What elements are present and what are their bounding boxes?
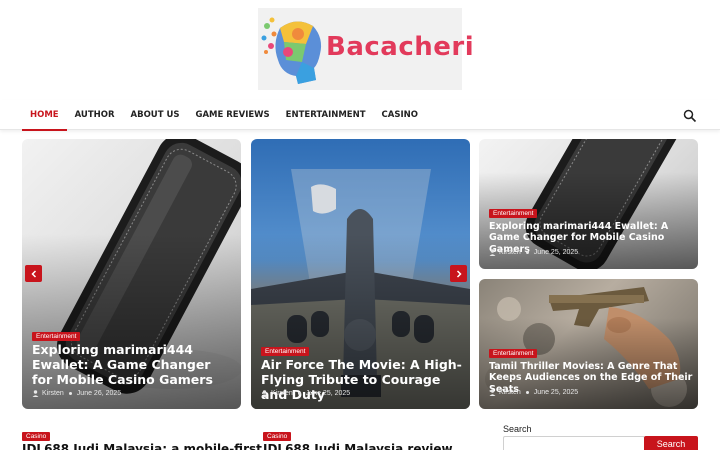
side-card-1[interactable]: Entertainment Exploring marimari444 Ewal… (479, 139, 698, 269)
post-date: June 26, 2025 (76, 390, 122, 397)
category-badge[interactable]: Entertainment (32, 332, 81, 341)
slider-next-button[interactable] (450, 265, 467, 282)
author-name[interactable]: Kirsten (271, 390, 293, 397)
user-icon (32, 390, 39, 397)
nav-item-home[interactable]: HOME (22, 100, 67, 131)
sidebar-search-button[interactable]: Search (644, 436, 698, 450)
site-name: Bacacheri (326, 32, 475, 62)
sidebar-search-input[interactable] (503, 436, 645, 450)
author-name[interactable]: Kirsten (499, 249, 521, 256)
post-category-badge[interactable]: Casino (263, 432, 292, 441)
slider-card-2[interactable]: Entertainment Air Force The Movie: A Hig… (251, 139, 470, 409)
side-card-2[interactable]: Entertainment Tamil Thriller Movies: A G… (479, 279, 698, 409)
main-navigation: HOME AUTHOR ABOUT US GAME REVIEWS ENTERT… (0, 100, 720, 131)
site-logo[interactable]: Bacacheri (258, 8, 474, 90)
slide-1-title[interactable]: Exploring marimari444 Ewallet: A Game Ch… (32, 342, 232, 387)
user-icon (489, 389, 496, 396)
slide-2-meta: Kirsten June 25, 2025 (261, 390, 350, 397)
nav-menu: HOME AUTHOR ABOUT US GAME REVIEWS ENTERT… (22, 100, 426, 131)
nav-item-casino[interactable]: CASINO (374, 100, 426, 130)
search-icon[interactable] (683, 109, 697, 123)
post-date: June 25, 2025 (305, 390, 351, 397)
category-badge[interactable]: Entertainment (261, 347, 310, 356)
author-name[interactable]: Kirsten (499, 389, 521, 396)
post-title[interactable]: JDL688 Judi Malaysia review (263, 442, 453, 450)
category-badge[interactable]: Entertainment (489, 349, 538, 358)
nav-item-author[interactable]: AUTHOR (67, 100, 123, 130)
post-category-badge[interactable]: Casino (22, 432, 51, 441)
nav-item-entertainment[interactable]: ENTERTAINMENT (278, 100, 374, 130)
user-icon (261, 390, 268, 397)
chevron-right-icon (456, 269, 462, 278)
user-icon (489, 249, 496, 256)
slider-card-1[interactable]: Entertainment Exploring marimari444 Ewal… (22, 139, 241, 409)
side-card-2-meta: Kirsten June 25, 2025 (489, 389, 578, 396)
post-date: June 25, 2025 (533, 389, 579, 396)
logo-head-icon (261, 17, 322, 84)
author-name[interactable]: Kirsten (42, 390, 64, 397)
slide-1-meta: Kirsten June 26, 2025 (32, 390, 121, 397)
nav-item-game-reviews[interactable]: GAME REVIEWS (187, 100, 277, 130)
post-date: June 25, 2025 (533, 249, 579, 256)
category-badge[interactable]: Entertainment (489, 209, 538, 218)
nav-item-about-us[interactable]: ABOUT US (123, 100, 188, 130)
chevron-left-icon (30, 269, 36, 278)
slider-prev-button[interactable] (25, 265, 42, 282)
side-card-1-meta: Kirsten June 25, 2025 (489, 249, 578, 256)
sidebar-search-label: Search (503, 424, 532, 434)
post-title[interactable]: JDL688 Judi Malaysia: a mobile-first (22, 442, 262, 450)
